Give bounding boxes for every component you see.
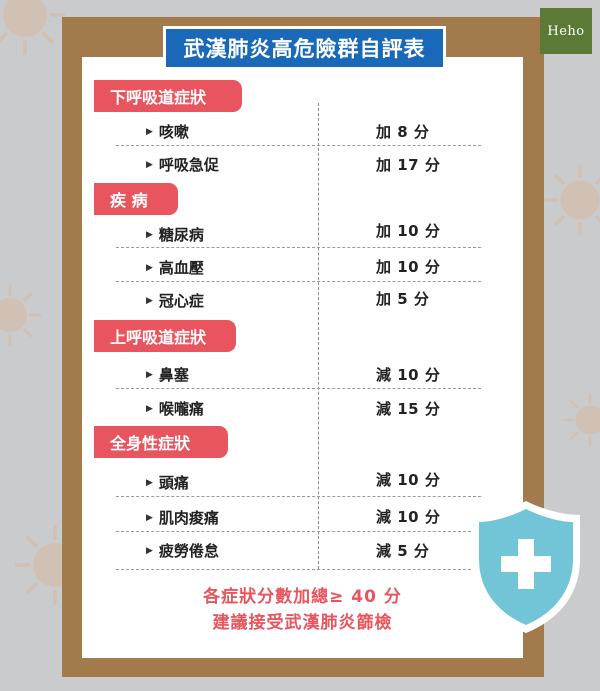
triangle-bullet-icon: ▶ — [146, 229, 153, 240]
medical-shield-icon — [472, 501, 580, 633]
list-item: ▶ 疲勞倦怠 — [146, 540, 219, 561]
category-upper-respiratory: 上呼吸道症狀 — [94, 320, 236, 352]
score-value: 減 15 分 — [376, 400, 441, 418]
score-value: 加 8 分 — [376, 123, 430, 141]
row-separator — [116, 569, 481, 570]
symptom-label: 鼻塞 — [158, 366, 189, 384]
row-separator — [116, 247, 481, 248]
row-separator — [116, 145, 481, 146]
symptom-label: 疲勞倦怠 — [158, 542, 219, 560]
symptom-label: 高血壓 — [158, 259, 204, 277]
row-separator — [116, 531, 481, 532]
score-value: 加 17 分 — [376, 156, 441, 174]
page-title: 武漢肺炎高危險群自評表 — [163, 26, 446, 70]
category-systemic: 全身性症狀 — [94, 426, 228, 458]
list-item: ▶ 喉嚨痛 — [146, 398, 204, 419]
symptom-label: 糖尿病 — [158, 226, 204, 244]
triangle-bullet-icon: ▶ — [146, 477, 153, 488]
virus-illustration — [0, 0, 65, 55]
column-divider — [318, 103, 319, 569]
score-value: 減 10 分 — [376, 508, 441, 526]
category-lower-respiratory: 下呼吸道症狀 — [94, 80, 242, 112]
score-value: 減 10 分 — [376, 471, 441, 489]
triangle-bullet-icon: ▶ — [146, 403, 153, 414]
list-item: ▶ 呼吸急促 — [146, 154, 219, 175]
triangle-bullet-icon: ▶ — [146, 295, 153, 306]
row-separator — [116, 496, 481, 497]
row-separator — [116, 281, 481, 282]
triangle-bullet-icon: ▶ — [146, 126, 153, 137]
list-item: ▶ 鼻塞 — [146, 364, 189, 385]
virus-illustration — [0, 283, 42, 347]
score-value: 加 10 分 — [376, 222, 441, 240]
triangle-bullet-icon: ▶ — [146, 159, 153, 170]
total-threshold-text: 各症狀分數加總≥ 40 分 — [203, 587, 402, 607]
symptom-label: 肌肉痠痛 — [158, 509, 219, 527]
list-item: ▶ 頭痛 — [146, 472, 189, 493]
symptom-label: 冠心症 — [158, 292, 204, 310]
row-separator — [116, 388, 481, 389]
score-value: 加 10 分 — [376, 258, 441, 276]
list-item: ▶ 肌肉痠痛 — [146, 507, 219, 528]
virus-illustration — [544, 164, 600, 236]
symptom-label: 頭痛 — [158, 474, 189, 492]
triangle-bullet-icon: ▶ — [146, 545, 153, 556]
triangle-bullet-icon: ▶ — [146, 262, 153, 273]
list-item: ▶ 咳嗽 — [146, 121, 189, 142]
list-item: ▶ 糖尿病 — [146, 224, 204, 245]
score-value: 加 5 分 — [376, 290, 430, 308]
list-item: ▶ 冠心症 — [146, 290, 204, 311]
category-disease: 疾 病 — [94, 183, 178, 215]
virus-illustration — [563, 393, 600, 447]
screening-advice-text: 建議接受武漢肺炎篩檢 — [212, 613, 393, 633]
brand-logo: Heho — [540, 8, 592, 54]
score-value: 減 10 分 — [376, 366, 441, 384]
symptom-label: 咳嗽 — [158, 123, 189, 141]
triangle-bullet-icon: ▶ — [146, 369, 153, 380]
score-value: 減 5 分 — [376, 542, 430, 560]
symptom-label: 喉嚨痛 — [158, 400, 204, 418]
triangle-bullet-icon: ▶ — [146, 512, 153, 523]
list-item: ▶ 高血壓 — [146, 257, 204, 278]
symptom-label: 呼吸急促 — [158, 156, 219, 174]
paper-sheet — [82, 57, 523, 658]
